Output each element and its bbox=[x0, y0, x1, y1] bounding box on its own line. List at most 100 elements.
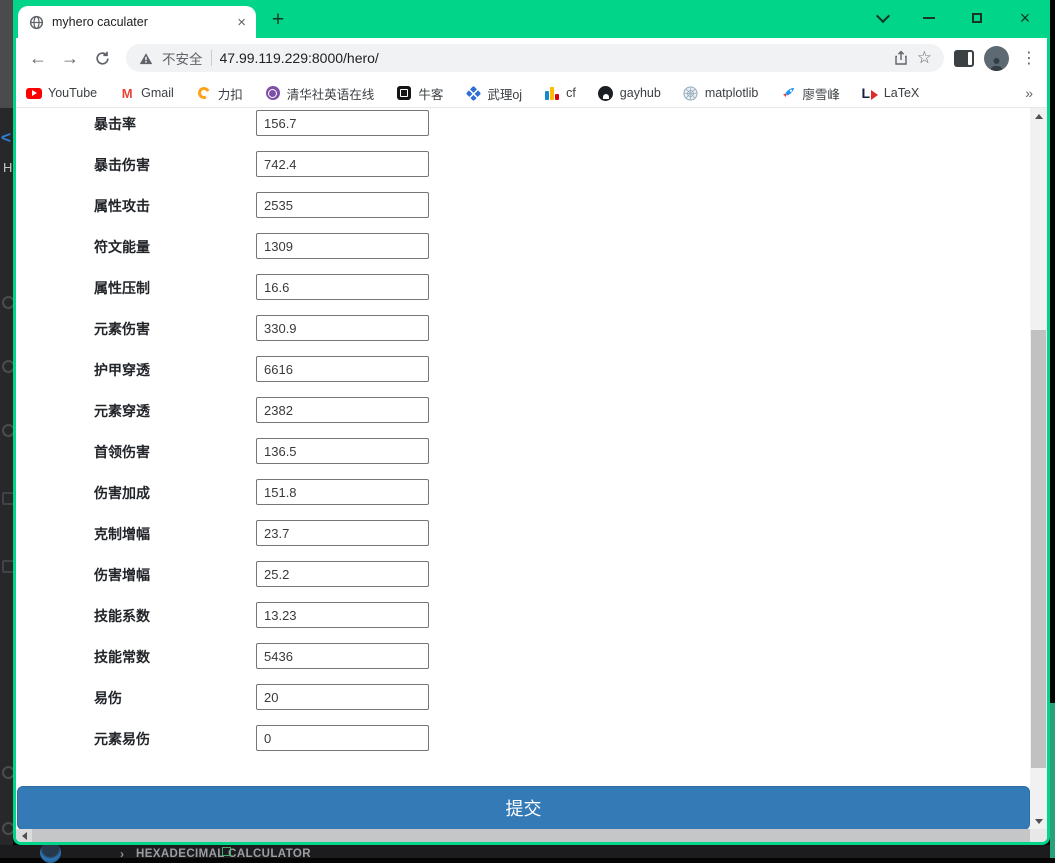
window-close-button[interactable]: × bbox=[1010, 0, 1040, 36]
field-label: 易伤 bbox=[94, 690, 122, 706]
browser-tab[interactable]: myhero caculater × bbox=[18, 6, 256, 38]
field-input[interactable] bbox=[256, 274, 429, 300]
tab-close-icon[interactable]: × bbox=[237, 15, 246, 30]
form-row: 护甲穿透 bbox=[16, 356, 1030, 397]
new-tab-button[interactable]: + bbox=[264, 6, 292, 34]
bookmarks-overflow-icon[interactable]: » bbox=[1025, 85, 1033, 101]
bookmark-leetcode[interactable]: 力扣 bbox=[196, 84, 243, 103]
window-profile-chevron-icon[interactable] bbox=[868, 0, 898, 36]
bookmark-wuli-oj[interactable]: 武理oj bbox=[465, 84, 522, 103]
bookmark-tsinghua-english[interactable]: 清华社英语在线 bbox=[265, 84, 374, 103]
form-row: 元素伤害 bbox=[16, 315, 1030, 356]
scroll-left-icon[interactable] bbox=[16, 829, 32, 842]
field-label: 护甲穿透 bbox=[94, 362, 150, 378]
wuli-oj-icon bbox=[465, 85, 482, 101]
scroll-down-icon[interactable] bbox=[1030, 813, 1047, 829]
field-input[interactable] bbox=[256, 643, 429, 669]
background-square-icon bbox=[2, 560, 13, 573]
background-panel: › HEXADECIMAL CALCULATOR bbox=[0, 842, 1050, 863]
field-input[interactable] bbox=[256, 110, 429, 136]
field-input[interactable] bbox=[256, 192, 429, 218]
horizontal-scrollbar[interactable] bbox=[16, 829, 1047, 842]
form-row: 属性压制 bbox=[16, 274, 1030, 315]
horizontal-scrollbar-thumb[interactable] bbox=[32, 829, 1030, 842]
matplotlib-icon bbox=[683, 85, 699, 101]
background-gear-icon bbox=[2, 822, 13, 835]
bookmark-gmail[interactable]: M Gmail bbox=[119, 85, 174, 101]
background-letter-glyph: H bbox=[3, 160, 13, 175]
bookmark-liaoxuefeng[interactable]: 廖雪峰 bbox=[780, 84, 840, 103]
bookmark-nowcoder[interactable]: 牛客 bbox=[396, 84, 443, 103]
scroll-up-icon[interactable] bbox=[1030, 108, 1047, 124]
background-app-icon bbox=[40, 842, 61, 863]
window-minimize-button[interactable] bbox=[914, 0, 944, 36]
bookmark-star-icon[interactable]: ☆ bbox=[917, 48, 932, 68]
reload-icon[interactable] bbox=[88, 44, 116, 72]
window-maximize-button[interactable] bbox=[962, 0, 992, 36]
field-label: 符文能量 bbox=[94, 239, 150, 255]
form-row: 伤害加成 bbox=[16, 479, 1030, 520]
tab-strip: myhero caculater × + × bbox=[16, 0, 1047, 38]
browser-menu-icon[interactable]: ⋮ bbox=[1019, 48, 1039, 68]
field-label: 暴击率 bbox=[94, 116, 136, 132]
page-content: 暴击率 暴击伤害 属性攻击 符文能量 属性压制 元素伤害 护甲穿透 元素穿透 首… bbox=[16, 108, 1047, 830]
field-label: 元素易伤 bbox=[94, 731, 150, 747]
forward-icon[interactable]: → bbox=[56, 44, 84, 72]
background-ring-icon bbox=[2, 424, 13, 437]
background-panel-chevron-icon: › bbox=[120, 847, 124, 861]
field-input[interactable] bbox=[256, 356, 429, 382]
bookmark-codeforces[interactable]: cf bbox=[544, 85, 576, 101]
field-label: 技能系数 bbox=[94, 608, 150, 624]
submit-button[interactable]: 提交 bbox=[17, 786, 1030, 830]
field-input[interactable] bbox=[256, 561, 429, 587]
field-input[interactable] bbox=[256, 151, 429, 177]
background-chevron-icon: < bbox=[1, 128, 11, 147]
field-input[interactable] bbox=[256, 315, 429, 341]
form-row: 技能系数 bbox=[16, 602, 1030, 643]
form-row: 符文能量 bbox=[16, 233, 1030, 274]
not-secure-warning-icon[interactable] bbox=[138, 50, 154, 66]
tab-title: myhero caculater bbox=[52, 15, 148, 29]
side-panel-icon[interactable] bbox=[954, 49, 974, 67]
field-label: 属性攻击 bbox=[94, 198, 150, 214]
form-row: 属性攻击 bbox=[16, 192, 1030, 233]
form-row: 元素易伤 bbox=[16, 725, 1030, 766]
share-icon[interactable] bbox=[893, 50, 909, 66]
field-label: 克制增幅 bbox=[94, 526, 150, 542]
browser-toolbar: ← → 不安全 47.99.119.229:8000/hero/ ☆ ⋮ bbox=[16, 38, 1047, 78]
back-icon[interactable]: ← bbox=[24, 44, 52, 72]
screen: { "browser": { "tab_title": "myhero cacu… bbox=[0, 0, 1055, 863]
vertical-scrollbar[interactable] bbox=[1030, 108, 1047, 829]
bookmark-youtube[interactable]: YouTube bbox=[26, 85, 97, 101]
field-label: 属性压制 bbox=[94, 280, 150, 296]
field-label: 元素穿透 bbox=[94, 403, 150, 419]
field-input[interactable] bbox=[256, 725, 429, 751]
form-rows: 暴击率 暴击伤害 属性攻击 符文能量 属性压制 元素伤害 护甲穿透 元素穿透 首… bbox=[16, 110, 1030, 766]
profile-avatar[interactable] bbox=[984, 45, 1009, 71]
bookmark-matplotlib[interactable]: matplotlib bbox=[683, 85, 758, 101]
tsinghua-icon bbox=[265, 85, 281, 101]
field-input[interactable] bbox=[256, 602, 429, 628]
security-label[interactable]: 不安全 bbox=[162, 48, 203, 68]
latex-icon: L bbox=[862, 85, 879, 101]
bookmark-github[interactable]: gayhub bbox=[598, 85, 661, 101]
scrollbar-corner bbox=[1030, 829, 1047, 842]
field-input[interactable] bbox=[256, 479, 429, 505]
background-gear-icon bbox=[2, 766, 13, 779]
gmail-icon: M bbox=[121, 85, 133, 101]
field-input[interactable] bbox=[256, 397, 429, 423]
field-input[interactable] bbox=[256, 684, 429, 710]
form-row: 暴击率 bbox=[16, 110, 1030, 151]
form-row: 技能常数 bbox=[16, 643, 1030, 684]
background-ring-icon bbox=[2, 360, 13, 373]
vertical-scrollbar-thumb[interactable] bbox=[1031, 330, 1046, 768]
url-text[interactable]: 47.99.119.229:8000/hero/ bbox=[220, 50, 885, 66]
bookmark-latex[interactable]: L LaTeX bbox=[862, 85, 920, 101]
leetcode-icon bbox=[196, 85, 212, 101]
field-input[interactable] bbox=[256, 233, 429, 259]
field-input[interactable] bbox=[256, 520, 429, 546]
github-icon bbox=[598, 85, 614, 101]
field-input[interactable] bbox=[256, 438, 429, 464]
form-row: 暴击伤害 bbox=[16, 151, 1030, 192]
address-bar[interactable]: 不安全 47.99.119.229:8000/hero/ ☆ bbox=[126, 44, 944, 72]
